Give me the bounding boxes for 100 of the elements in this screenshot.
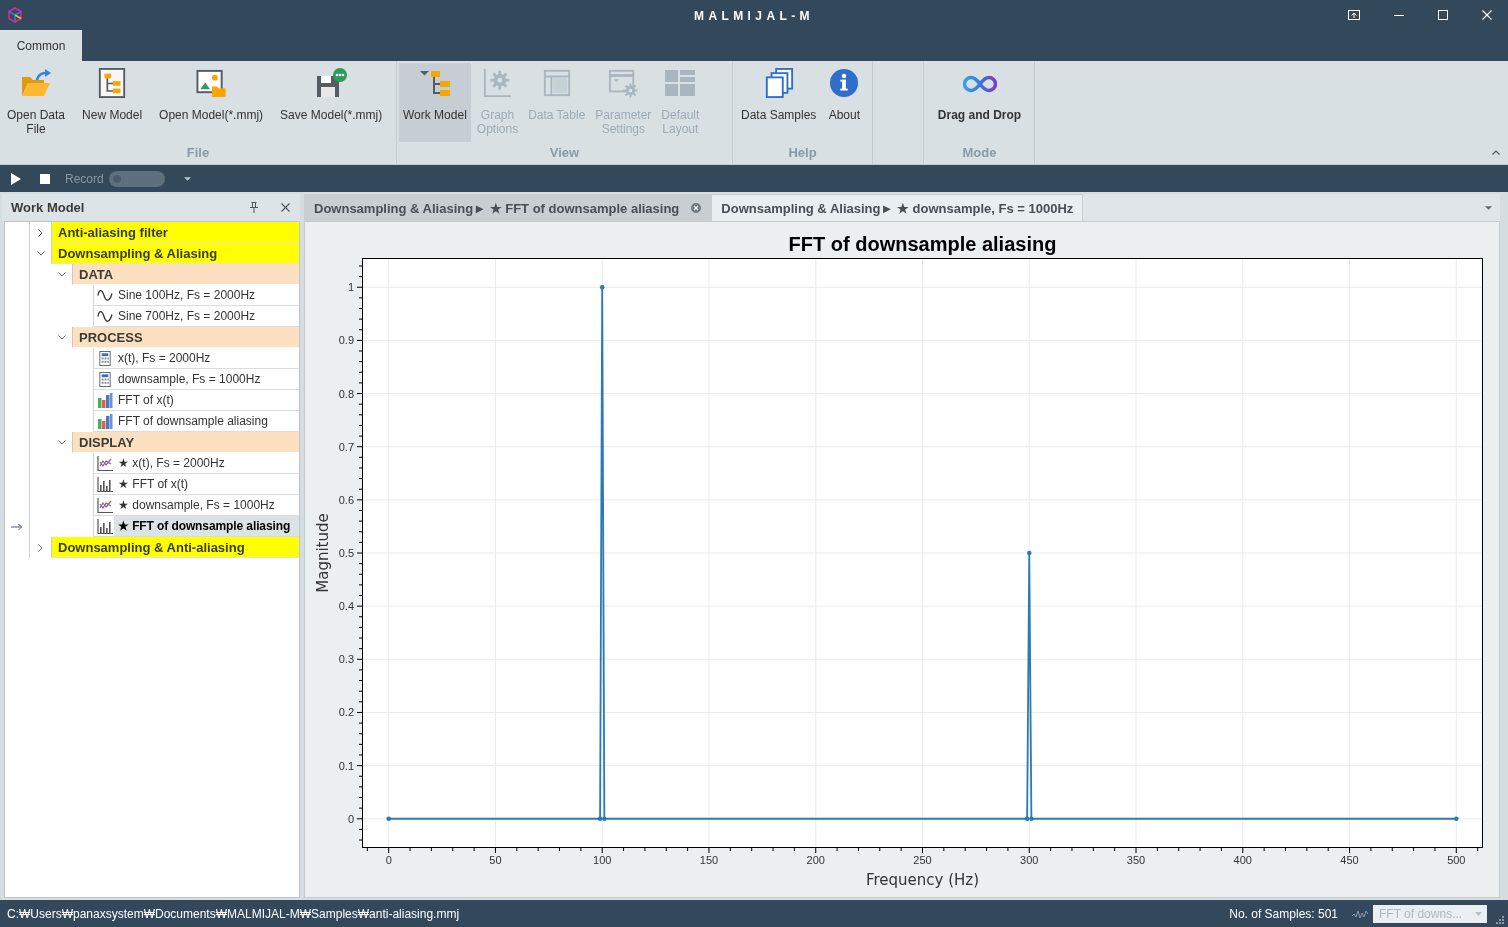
- x-tick-label: 500: [1447, 854, 1466, 866]
- ribbon-group-label: View: [548, 144, 581, 162]
- tree-item[interactable]: x(t), Fs = 2000Hz: [93, 348, 299, 369]
- tree-item[interactable]: FFT of downsample aliasing: [93, 411, 299, 432]
- record-toggle[interactable]: [108, 170, 165, 187]
- x-axis-label: Frequency (Hz): [865, 871, 980, 889]
- dropdown-caret-icon[interactable]: [1485, 205, 1492, 210]
- tree-item[interactable]: Sine 700Hz, Fs = 2000Hz: [93, 306, 299, 327]
- y-tick-label: 0.2: [338, 706, 354, 719]
- close-icon[interactable]: [281, 203, 290, 212]
- chevron-down-icon[interactable]: [36, 251, 45, 256]
- sine-wave-icon: [97, 308, 113, 324]
- tree-item[interactable]: Sine 100Hz, Fs = 2000Hz: [93, 285, 299, 306]
- resize-grip-icon[interactable]: [1496, 916, 1504, 924]
- x-tick-label: 450: [1340, 854, 1359, 866]
- bar-chart-icon: [97, 392, 113, 408]
- waveform-icon: [1352, 908, 1368, 919]
- floppy-disk-icon: [315, 68, 348, 98]
- sine-wave-icon: [97, 287, 113, 303]
- window-title: MALMIJAL-M: [694, 9, 814, 23]
- folder-open-icon: [20, 68, 52, 98]
- file-path: C:₩Users₩panaxsystem₩Documents₩MALMIJAL-M₩Samples₩anti-aliasing.mmj: [7, 906, 460, 921]
- y-tick-label: 0.7: [338, 440, 354, 453]
- tree-item[interactable]: Downsampling & Aliasing: [51, 243, 299, 264]
- tree-icon: [418, 68, 451, 98]
- x-tick-label: 50: [489, 854, 502, 866]
- x-tick-label: 100: [593, 854, 612, 866]
- tree-item[interactable]: ★ FFT of x(t): [93, 474, 299, 495]
- minimize-icon[interactable]: [1394, 14, 1404, 16]
- x-tick-label: 200: [806, 854, 825, 866]
- y-tick-label: 1: [347, 281, 354, 294]
- close-circle-icon[interactable]: [691, 203, 702, 213]
- ribbon-button[interactable]: Drag and Drop: [933, 63, 1026, 142]
- chevron-down-icon[interactable]: [57, 440, 66, 445]
- play-icon[interactable]: [11, 172, 21, 185]
- ribbon-group-label: Help: [787, 144, 818, 162]
- panel-title: Work Model: [11, 200, 85, 215]
- ribbon-button[interactable]: About: [824, 63, 865, 142]
- data-point-marker: [386, 816, 391, 822]
- y-tick-label: 0.5: [338, 547, 354, 559]
- tree-item[interactable]: DISPLAY: [72, 432, 299, 453]
- y-tick-label: 0.8: [338, 387, 354, 400]
- chevron-right-icon[interactable]: [38, 543, 43, 552]
- ribbon-button[interactable]: Data Samples: [737, 63, 821, 142]
- pin-icon[interactable]: [250, 202, 258, 213]
- y-axis-label: Magnitude: [314, 513, 332, 593]
- x-tick-label: 250: [913, 854, 932, 866]
- y-tick-label: 0.4: [338, 600, 354, 613]
- x-tick-label: 0: [385, 854, 392, 866]
- layout-grid-icon: [664, 68, 697, 98]
- tree-item[interactable]: PROCESS: [72, 327, 299, 348]
- y-tick-label: 0.3: [338, 653, 354, 666]
- dropdown-caret-icon[interactable]: [183, 176, 191, 181]
- tree-item[interactable]: DATA: [72, 264, 299, 285]
- ribbon-button[interactable]: Open Model(*.mmj): [155, 63, 268, 142]
- document-tab[interactable]: Downsampling & Aliasing► ★ downsample, Fs = 1000Hz: [711, 194, 1084, 221]
- x-tick-label: 350: [1126, 854, 1146, 866]
- tree-item[interactable]: downsample, Fs = 1000Hz: [93, 369, 299, 390]
- chevron-right-icon[interactable]: [38, 228, 43, 237]
- ribbon-group-label: Mode: [961, 144, 998, 162]
- line-chart-icon: [97, 497, 113, 513]
- chart-gear-icon: [481, 68, 514, 98]
- tree-item[interactable]: ★ x(t), Fs = 2000Hz: [93, 453, 299, 474]
- document-tab[interactable]: Downsampling & Aliasing► ★ FFT of downsample aliasing: [304, 194, 712, 221]
- data-point-marker: [1454, 816, 1459, 822]
- ribbon-button[interactable]: New Model: [78, 63, 147, 142]
- maximize-icon[interactable]: [1438, 10, 1448, 20]
- sample-count: No. of Samples: 501: [1229, 906, 1338, 921]
- ribbon-tab[interactable]: Common: [0, 30, 82, 61]
- tree-item[interactable]: FFT of x(t): [93, 390, 299, 411]
- ribbon-button[interactable]: Work Model: [399, 63, 471, 142]
- data-point-marker: [599, 284, 605, 290]
- tree-item[interactable]: ★ FFT of downsample aliasing: [93, 516, 299, 537]
- ribbon-button[interactable]: Open Data File: [3, 63, 70, 142]
- chevron-down-icon[interactable]: [57, 272, 66, 277]
- app-logo-icon: [7, 7, 23, 23]
- record-label: Record: [65, 171, 104, 186]
- tree-item[interactable]: Anti-aliasing filter: [51, 222, 299, 243]
- chart-title: FFT of downsample aliasing: [788, 233, 1057, 255]
- infinity-icon: [962, 75, 997, 93]
- y-tick-label: 0.1: [338, 759, 354, 772]
- screen-arrow-icon[interactable]: [1348, 10, 1360, 20]
- line-chart-icon: [97, 455, 113, 471]
- y-tick-label: 0: [347, 812, 354, 825]
- tree-item[interactable]: ★ downsample, Fs = 1000Hz: [93, 495, 299, 516]
- window-gear-icon: [607, 68, 640, 98]
- tree-item[interactable]: Downsampling & Anti-aliasing: [51, 537, 299, 558]
- bar-plot-icon: [97, 518, 113, 534]
- chevron-up-icon[interactable]: [1492, 150, 1500, 155]
- bar-chart-icon: [97, 413, 113, 429]
- info-icon: [828, 68, 861, 98]
- image-folder-icon: [195, 68, 228, 98]
- calculator-icon: [97, 371, 113, 387]
- ribbon-button[interactable]: Save Model(*.mmj): [276, 63, 387, 142]
- bar-plot-icon: [97, 476, 113, 492]
- y-tick-label: 0.9: [338, 334, 354, 347]
- calculator-icon: [97, 350, 113, 366]
- x-tick-label: 400: [1233, 854, 1252, 866]
- chevron-down-icon[interactable]: [57, 335, 66, 340]
- stop-icon[interactable]: [40, 173, 50, 184]
